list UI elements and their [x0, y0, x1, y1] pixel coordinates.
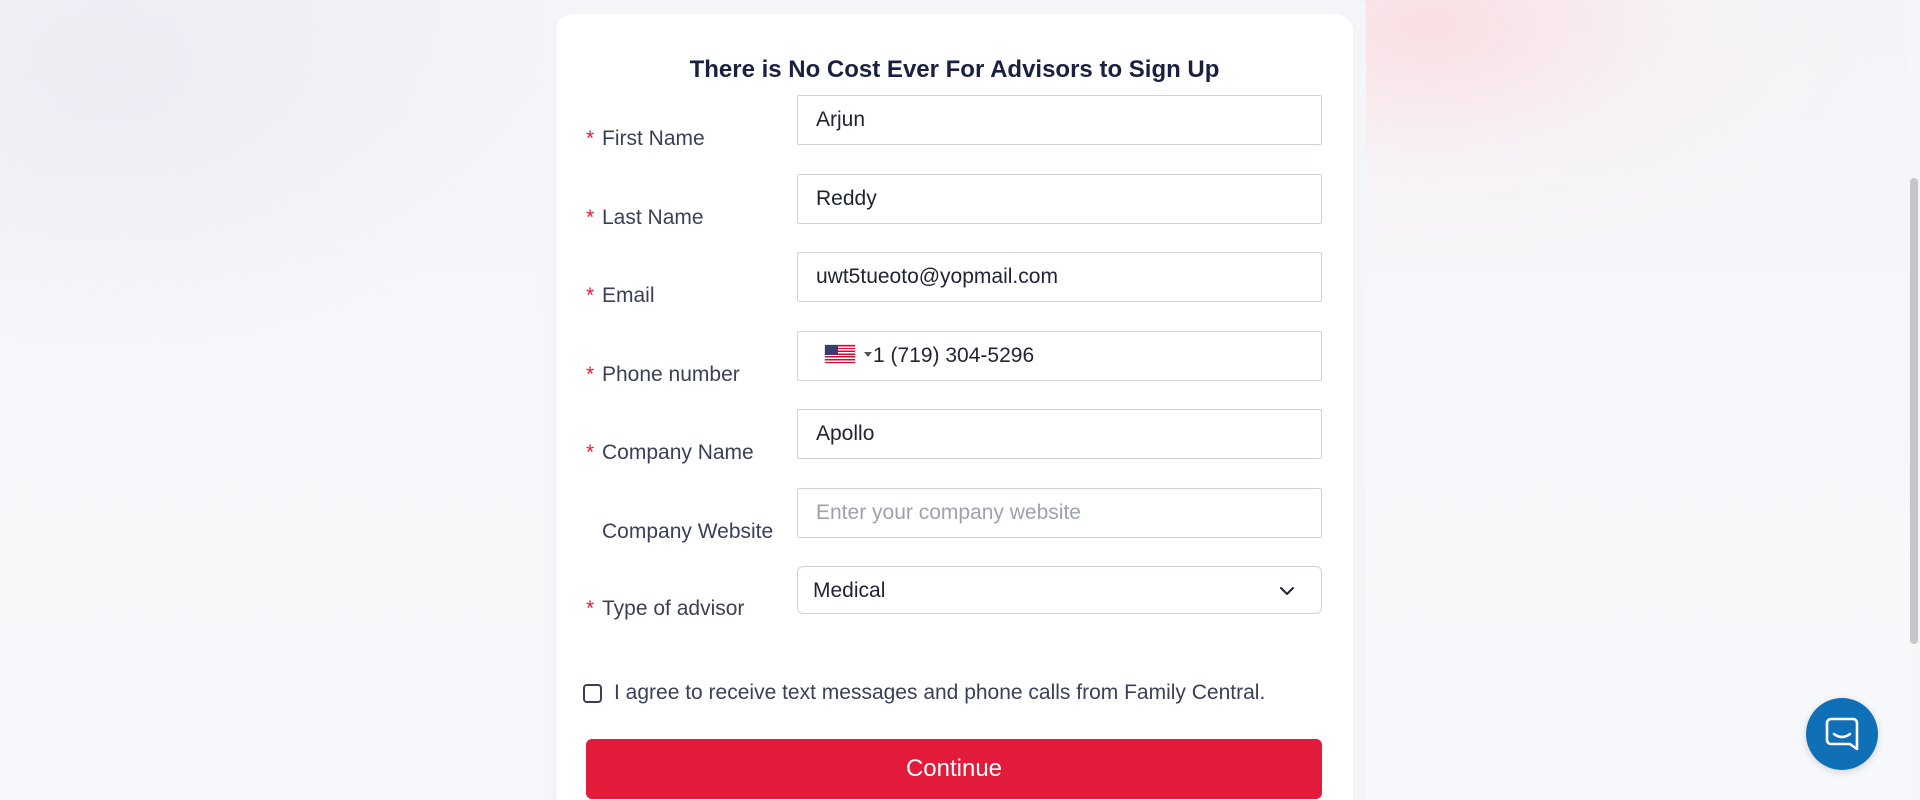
required-marker: *	[586, 284, 595, 307]
chat-launcher-button[interactable]	[1806, 698, 1878, 770]
email-input[interactable]	[797, 252, 1322, 302]
last-name-label: Last Name	[602, 206, 704, 229]
signup-form-card: There is No Cost Ever For Advisors to Si…	[556, 14, 1353, 800]
continue-button[interactable]: Continue	[586, 739, 1322, 799]
background-glow	[0, 0, 560, 360]
country-dropdown-caret-icon[interactable]	[864, 352, 872, 357]
required-marker: *	[586, 441, 595, 464]
consent-text: I agree to receive text messages and pho…	[614, 681, 1266, 704]
required-marker: *	[586, 597, 595, 620]
company-website-input[interactable]	[797, 488, 1322, 538]
scrollbar-track[interactable]	[1908, 0, 1920, 800]
first-name-label-row: * First Name	[586, 127, 705, 151]
required-marker: *	[586, 363, 595, 386]
advisor-type-label: Type of advisor	[602, 597, 745, 620]
company-name-label: Company Name	[602, 441, 754, 464]
scrollbar-thumb[interactable]	[1910, 178, 1918, 644]
phone-input[interactable]	[873, 332, 1313, 380]
chevron-down-icon	[1280, 587, 1294, 595]
us-flag-icon[interactable]	[825, 345, 855, 363]
first-name-input[interactable]	[797, 95, 1322, 145]
form-title: There is No Cost Ever For Advisors to Si…	[689, 56, 1220, 83]
advisor-type-label-row: * Type of advisor	[586, 597, 744, 621]
required-marker: *	[586, 127, 595, 150]
company-name-label-row: * Company Name	[586, 441, 754, 465]
chat-icon	[1825, 717, 1859, 751]
advisor-type-value: Medical	[813, 579, 886, 602]
phone-label-row: * Phone number	[586, 363, 740, 387]
phone-field	[797, 331, 1322, 381]
consent-checkbox[interactable]	[583, 683, 602, 703]
first-name-label: First Name	[602, 127, 705, 150]
email-label-row: * Email	[586, 284, 655, 308]
consent-row: I agree to receive text messages and pho…	[583, 681, 1265, 705]
email-label: Email	[602, 284, 655, 307]
company-website-label: Company Website	[602, 520, 774, 543]
last-name-input[interactable]	[797, 174, 1322, 224]
flag-canton	[825, 345, 838, 355]
company-name-input[interactable]	[797, 409, 1322, 459]
required-marker: *	[586, 206, 595, 229]
advisor-type-select[interactable]: Medical	[797, 566, 1322, 614]
phone-label: Phone number	[602, 363, 740, 386]
last-name-label-row: * Last Name	[586, 206, 704, 230]
company-website-label-row: Company Website	[586, 520, 773, 544]
